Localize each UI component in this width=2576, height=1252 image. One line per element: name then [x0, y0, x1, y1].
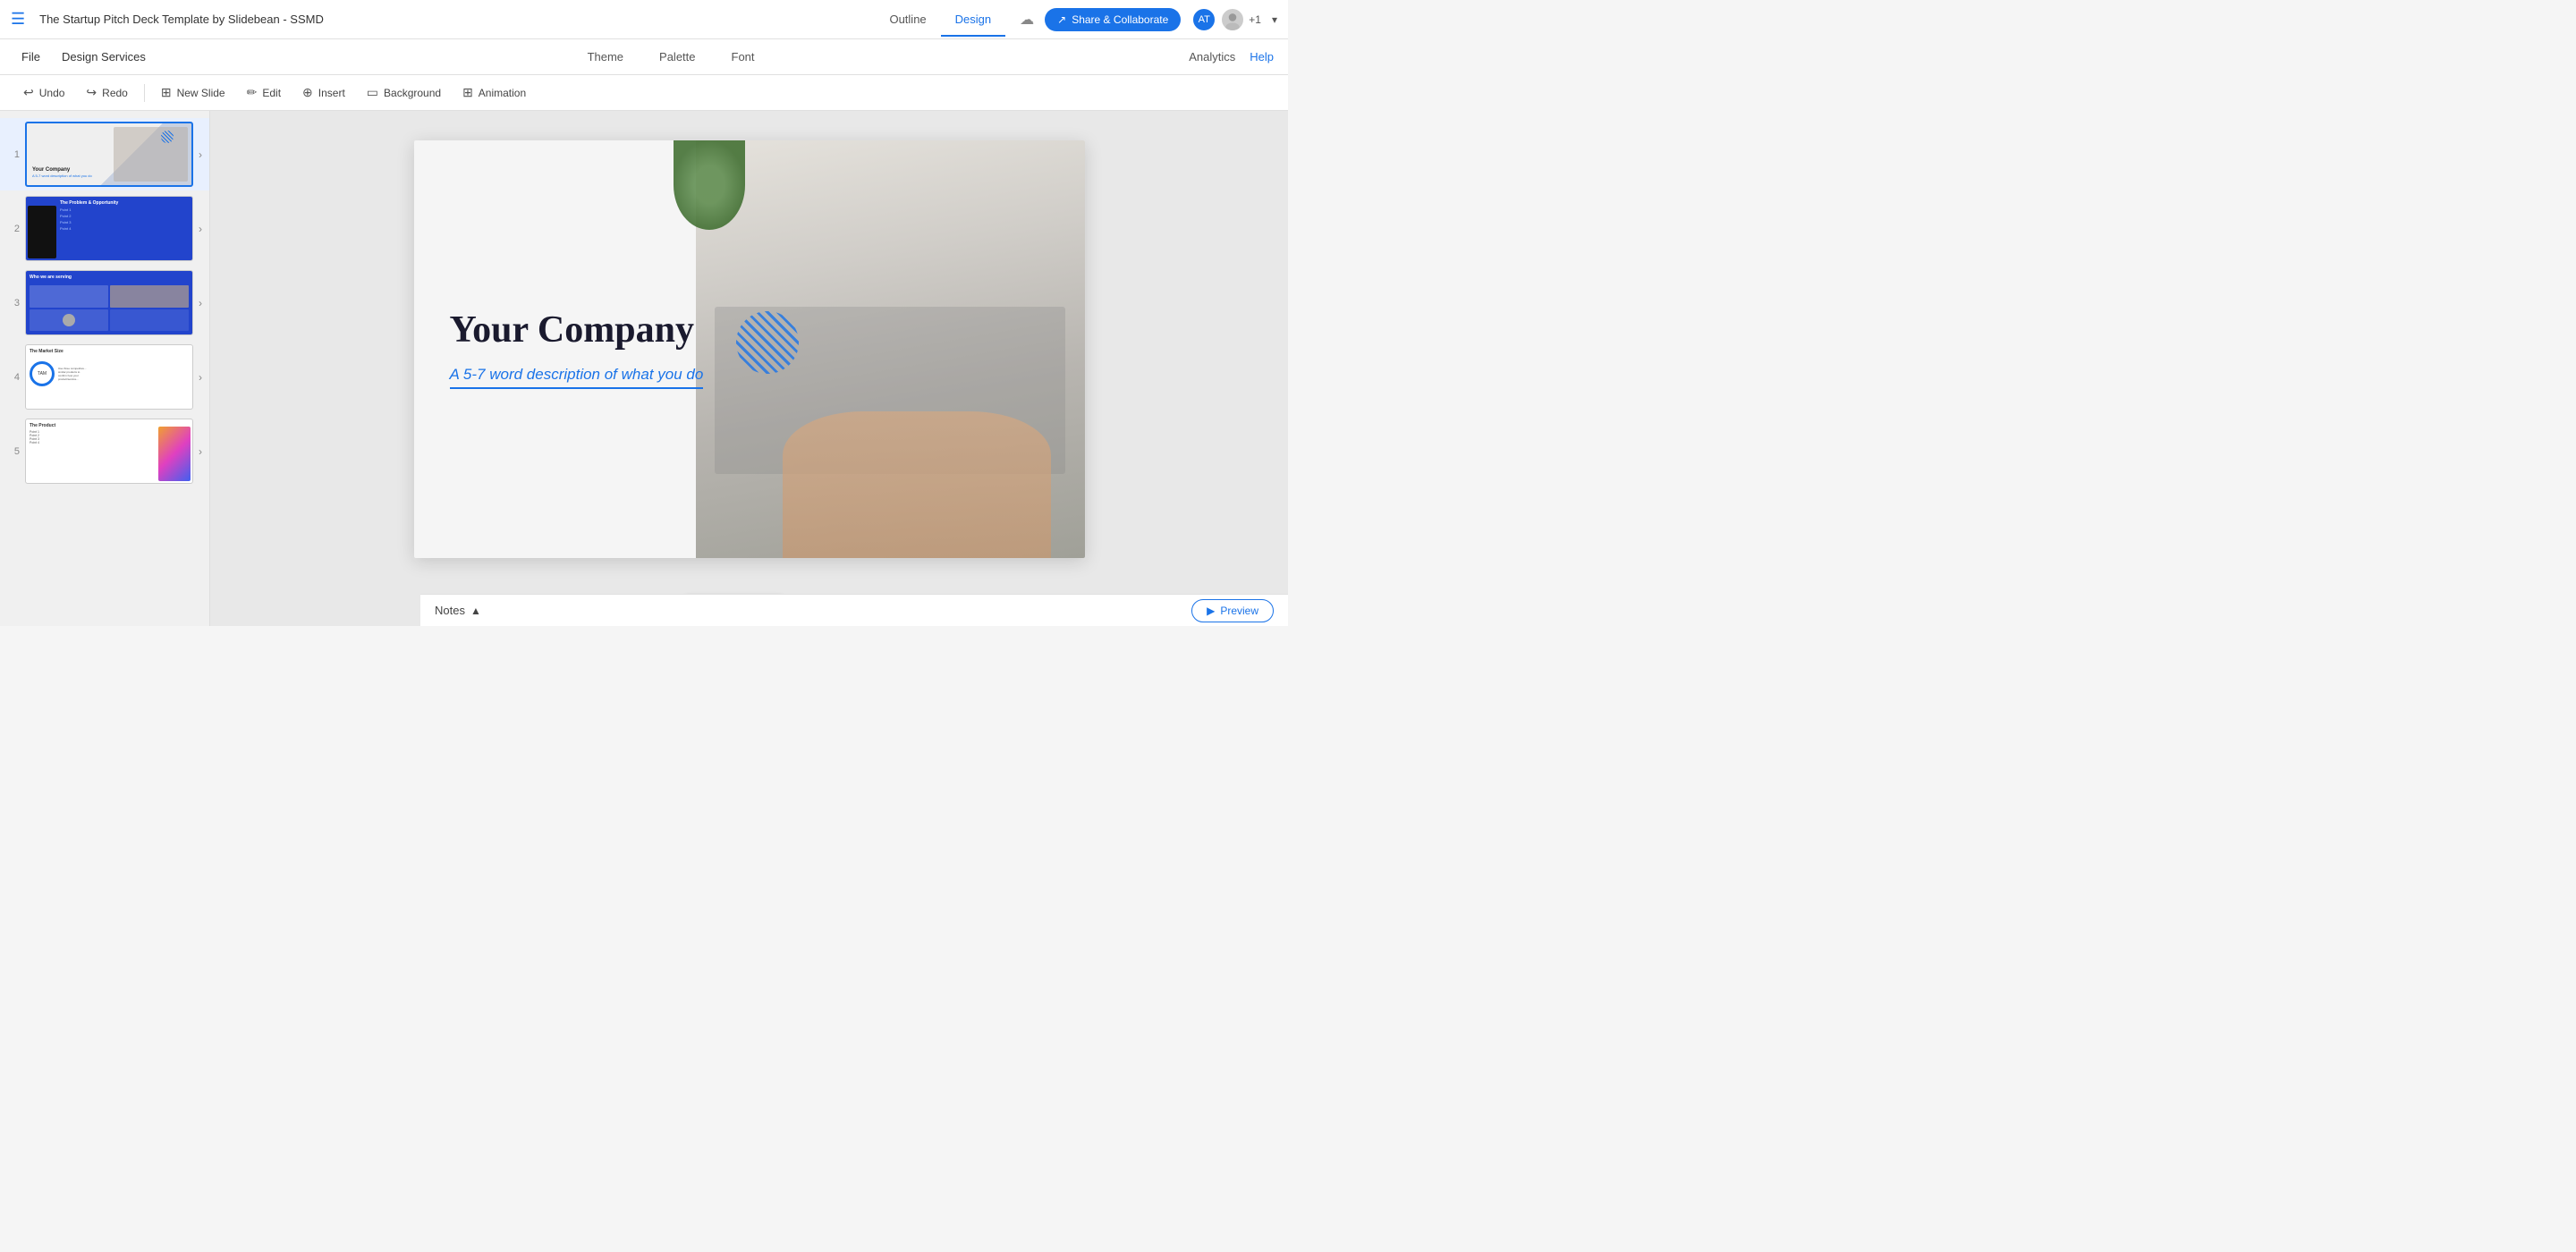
second-navigation: File Design Services Theme Palette Font … — [0, 39, 1288, 75]
share-collaborate-button[interactable]: ↗ Share & Collaborate — [1045, 8, 1181, 31]
slide-4-chevron[interactable]: › — [199, 371, 202, 384]
slide-number-4: 4 — [7, 372, 20, 383]
tab-design[interactable]: Design — [941, 4, 1005, 37]
avatar-photo — [1220, 7, 1245, 32]
hands-decoration — [783, 411, 1051, 557]
slide-2-chevron[interactable]: › — [199, 223, 202, 235]
redo-icon: ↪ — [86, 85, 97, 100]
slide-panel: 1 Your Company A 5-7 word description of… — [0, 111, 210, 626]
new-slide-button[interactable]: ⊞ New Slide — [152, 80, 234, 105]
top-navigation: ☰ The Startup Pitch Deck Template by Sli… — [0, 0, 1288, 39]
thumb4-title: The Market Size — [30, 349, 189, 354]
avatar-at: AT — [1191, 7, 1216, 32]
slide-thumbnail-4: The Market Size TAM Use three competitiv… — [25, 344, 193, 410]
slide-number-3: 3 — [7, 298, 20, 309]
company-subtitle-text: A 5-7 word description of what you do — [450, 366, 704, 389]
slide-canvas[interactable]: Your Company A 5-7 word description of w… — [414, 140, 1085, 558]
thumb3-cell3 — [30, 309, 108, 332]
nav-right: ☁ ↗ Share & Collaborate AT +1 ▾ — [1020, 7, 1277, 32]
notes-bar: Notes ▲ ▶ Preview — [420, 594, 1288, 626]
thumb2-title: The Problem & Opportunity — [60, 200, 189, 206]
editor-toolbar: ↩ Undo ↪ Redo ⊞ New Slide ✏ Edit ⊕ Inser… — [0, 75, 1288, 111]
thumb3-title: Who we are serving — [30, 275, 189, 280]
thumb1-laptop — [114, 127, 188, 182]
analytics-link[interactable]: Analytics — [1189, 50, 1235, 63]
slide-number-1: 1 — [7, 149, 20, 160]
slide-5-chevron[interactable]: › — [199, 445, 202, 458]
help-link[interactable]: Help — [1250, 50, 1274, 63]
thumb5-colorblock — [158, 427, 191, 481]
slide-thumbnail-3: Who we are serving — [25, 270, 193, 335]
slide-3-chevron[interactable]: › — [199, 297, 202, 309]
thumb2-point3: Point 3 — [60, 220, 189, 224]
avatar-count: +1 — [1249, 13, 1261, 26]
thumb2-point4: Point 4 — [60, 226, 189, 231]
slide-item-5[interactable]: 5 The Product Point 1Point 2Point 3Point… — [0, 415, 209, 487]
thumb1-subtitle: A 5-7 word description of what you do — [32, 173, 92, 178]
nav-tabs: Outline Design — [875, 3, 1005, 36]
background-button[interactable]: ▭ Background — [358, 80, 450, 105]
insert-icon: ⊕ — [302, 85, 313, 100]
thumb3-cell1 — [30, 285, 108, 308]
thumb3-cell2 — [110, 285, 189, 308]
undo-button[interactable]: ↩ Undo — [14, 80, 73, 105]
menu-icon[interactable]: ☰ — [11, 10, 25, 29]
background-icon: ▭ — [367, 85, 378, 100]
slide-1-chevron[interactable]: › — [199, 148, 202, 161]
slide-item-4[interactable]: 4 The Market Size TAM Use three competit… — [0, 341, 209, 413]
cloud-icon: ☁ — [1020, 11, 1034, 29]
slide-thumbnail-5: The Product Point 1Point 2Point 3Point 4 — [25, 419, 193, 484]
toolbar-divider-1 — [144, 84, 145, 102]
analytics-help-group: Analytics Help — [1189, 50, 1274, 63]
animation-icon: ⊞ — [462, 85, 473, 100]
slide-thumbnail-2: The Problem & Opportunity Point 1 Point … — [25, 196, 193, 261]
share-icon: ↗ — [1057, 13, 1066, 26]
tab-outline[interactable]: Outline — [875, 4, 940, 37]
thumb2-point2: Point 2 — [60, 214, 189, 218]
avatar-group: AT +1 — [1191, 7, 1261, 32]
tab-font[interactable]: Font — [724, 47, 762, 67]
preview-button[interactable]: ▶ Preview — [1191, 599, 1274, 622]
design-tabs-group: Theme Palette Font — [153, 47, 1189, 67]
undo-icon: ↩ — [23, 85, 34, 100]
canvas-wrapper: Your Company A 5-7 word description of w… — [210, 111, 1288, 587]
app-title: The Startup Pitch Deck Template by Slide… — [39, 13, 860, 26]
thumb3-cell4 — [110, 309, 189, 332]
plant-decoration — [674, 140, 745, 230]
thumb1-circle — [161, 131, 174, 143]
canvas-area: Your Company A 5-7 word description of w… — [210, 111, 1288, 626]
edit-button[interactable]: ✏ Edit — [238, 80, 290, 105]
chevron-down-icon[interactable]: ▾ — [1272, 13, 1277, 26]
redo-button[interactable]: ↪ Redo — [77, 80, 136, 105]
slide-number-5: 5 — [7, 446, 20, 457]
thumb2-image — [28, 206, 56, 258]
slide-item-1[interactable]: 1 Your Company A 5-7 word description of… — [0, 118, 209, 190]
slide-item-3[interactable]: 3 Who we are serving › — [0, 266, 209, 339]
slide-number-2: 2 — [7, 224, 20, 234]
insert-button[interactable]: ⊕ Insert — [293, 80, 354, 105]
slide-item-2[interactable]: 2 The Problem & Opportunity Point 1 Poin… — [0, 192, 209, 265]
notes-label[interactable]: Notes ▲ — [435, 604, 481, 617]
animation-button[interactable]: ⊞ Animation — [453, 80, 535, 105]
file-menu-item[interactable]: File — [14, 47, 47, 67]
main-layout: 1 Your Company A 5-7 word description of… — [0, 111, 1288, 626]
design-services-menu-item[interactable]: Design Services — [55, 47, 153, 67]
new-slide-icon: ⊞ — [161, 85, 172, 100]
tab-palette[interactable]: Palette — [652, 47, 702, 67]
edit-icon: ✏ — [247, 85, 258, 100]
thumb4-description: Use three competitive... similar product… — [58, 367, 189, 381]
thumb2-point1: Point 1 — [60, 207, 189, 212]
play-icon: ▶ — [1207, 605, 1215, 617]
thumb4-circle: TAM — [30, 361, 55, 386]
tab-theme[interactable]: Theme — [580, 47, 631, 67]
thumb1-company: Your Company — [32, 167, 92, 173]
file-menu-group: File Design Services — [14, 47, 153, 67]
slide-thumbnail-1: Your Company A 5-7 word description of w… — [25, 122, 193, 187]
company-logo — [736, 311, 799, 374]
notes-chevron-icon: ▲ — [470, 605, 481, 617]
logo-circle — [736, 311, 799, 374]
